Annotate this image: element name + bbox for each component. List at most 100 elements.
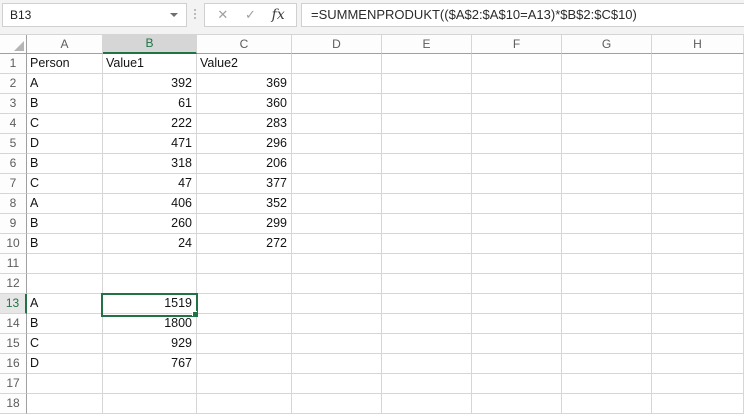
select-all-corner[interactable] (0, 35, 27, 54)
cell-F14[interactable] (472, 314, 562, 334)
cell-F12[interactable] (472, 274, 562, 294)
cell-C3[interactable]: 360 (197, 94, 292, 114)
cell-G6[interactable] (562, 154, 652, 174)
cell-C1[interactable]: Value2 (197, 54, 292, 74)
cell-H18[interactable] (652, 394, 744, 414)
cell-D11[interactable] (292, 254, 382, 274)
cell-E18[interactable] (382, 394, 472, 414)
enter-button[interactable]: ✓ (237, 6, 265, 24)
cell-A7[interactable]: C (27, 174, 103, 194)
cell-E16[interactable] (382, 354, 472, 374)
column-header-H[interactable]: H (652, 35, 744, 54)
cell-A10[interactable]: B (27, 234, 103, 254)
cell-B10[interactable]: 24 (103, 234, 197, 254)
cell-D14[interactable] (292, 314, 382, 334)
cell-H17[interactable] (652, 374, 744, 394)
cell-H1[interactable] (652, 54, 744, 74)
column-header-A[interactable]: A (27, 35, 103, 54)
cell-F10[interactable] (472, 234, 562, 254)
cell-B4[interactable]: 222 (103, 114, 197, 134)
row-header-18[interactable]: 18 (0, 394, 27, 414)
row-header-10[interactable]: 10 (0, 234, 27, 254)
insert-function-button[interactable]: fx (264, 6, 292, 24)
cell-B7[interactable]: 47 (103, 174, 197, 194)
cell-F4[interactable] (472, 114, 562, 134)
cell-C12[interactable] (197, 274, 292, 294)
row-header-6[interactable]: 6 (0, 154, 27, 174)
cell-D17[interactable] (292, 374, 382, 394)
row-header-12[interactable]: 12 (0, 274, 27, 294)
row-header-17[interactable]: 17 (0, 374, 27, 394)
column-header-G[interactable]: G (562, 35, 652, 54)
cell-E15[interactable] (382, 334, 472, 354)
cell-G15[interactable] (562, 334, 652, 354)
name-box[interactable]: B13 (2, 3, 187, 27)
cell-A15[interactable]: C (27, 334, 103, 354)
cell-E11[interactable] (382, 254, 472, 274)
cell-F16[interactable] (472, 354, 562, 374)
cell-A17[interactable] (27, 374, 103, 394)
cell-D1[interactable] (292, 54, 382, 74)
cell-H15[interactable] (652, 334, 744, 354)
cell-G16[interactable] (562, 354, 652, 374)
cell-E8[interactable] (382, 194, 472, 214)
cell-E6[interactable] (382, 154, 472, 174)
cell-H16[interactable] (652, 354, 744, 374)
cell-D7[interactable] (292, 174, 382, 194)
cell-C11[interactable] (197, 254, 292, 274)
cell-F2[interactable] (472, 74, 562, 94)
cell-E2[interactable] (382, 74, 472, 94)
cell-E10[interactable] (382, 234, 472, 254)
cell-B12[interactable] (103, 274, 197, 294)
cell-H5[interactable] (652, 134, 744, 154)
cell-E4[interactable] (382, 114, 472, 134)
cell-C6[interactable]: 206 (197, 154, 292, 174)
cell-E1[interactable] (382, 54, 472, 74)
cell-D5[interactable] (292, 134, 382, 154)
cell-C9[interactable]: 299 (197, 214, 292, 234)
cell-D6[interactable] (292, 154, 382, 174)
cell-B17[interactable] (103, 374, 197, 394)
cell-B3[interactable]: 61 (103, 94, 197, 114)
cell-H3[interactable] (652, 94, 744, 114)
cell-H11[interactable] (652, 254, 744, 274)
cell-F11[interactable] (472, 254, 562, 274)
cell-C14[interactable] (197, 314, 292, 334)
cell-A2[interactable]: A (27, 74, 103, 94)
cell-E17[interactable] (382, 374, 472, 394)
cell-B18[interactable] (103, 394, 197, 414)
cell-G3[interactable] (562, 94, 652, 114)
row-header-2[interactable]: 2 (0, 74, 27, 94)
cell-B16[interactable]: 767 (103, 354, 197, 374)
cell-D15[interactable] (292, 334, 382, 354)
cell-E9[interactable] (382, 214, 472, 234)
cell-F6[interactable] (472, 154, 562, 174)
cell-B15[interactable]: 929 (103, 334, 197, 354)
cell-H10[interactable] (652, 234, 744, 254)
cell-A14[interactable]: B (27, 314, 103, 334)
cell-G1[interactable] (562, 54, 652, 74)
cell-D13[interactable] (292, 294, 382, 314)
cell-A13[interactable]: A (27, 294, 103, 314)
cell-G13[interactable] (562, 294, 652, 314)
cell-G18[interactable] (562, 394, 652, 414)
column-header-C[interactable]: C (197, 35, 292, 54)
row-header-9[interactable]: 9 (0, 214, 27, 234)
cell-H2[interactable] (652, 74, 744, 94)
cell-C7[interactable]: 377 (197, 174, 292, 194)
cell-E3[interactable] (382, 94, 472, 114)
row-header-8[interactable]: 8 (0, 194, 27, 214)
cell-B11[interactable] (103, 254, 197, 274)
cell-G17[interactable] (562, 374, 652, 394)
cell-G11[interactable] (562, 254, 652, 274)
cell-H12[interactable] (652, 274, 744, 294)
formula-bar-input[interactable]: =SUMMENPRODUKT(($A$2:$A$10=A13)*$B$2:$C$… (301, 3, 744, 27)
row-header-14[interactable]: 14 (0, 314, 27, 334)
row-header-4[interactable]: 4 (0, 114, 27, 134)
cell-A3[interactable]: B (27, 94, 103, 114)
cell-D4[interactable] (292, 114, 382, 134)
cell-F3[interactable] (472, 94, 562, 114)
cell-G12[interactable] (562, 274, 652, 294)
cell-F17[interactable] (472, 374, 562, 394)
cell-B5[interactable]: 471 (103, 134, 197, 154)
